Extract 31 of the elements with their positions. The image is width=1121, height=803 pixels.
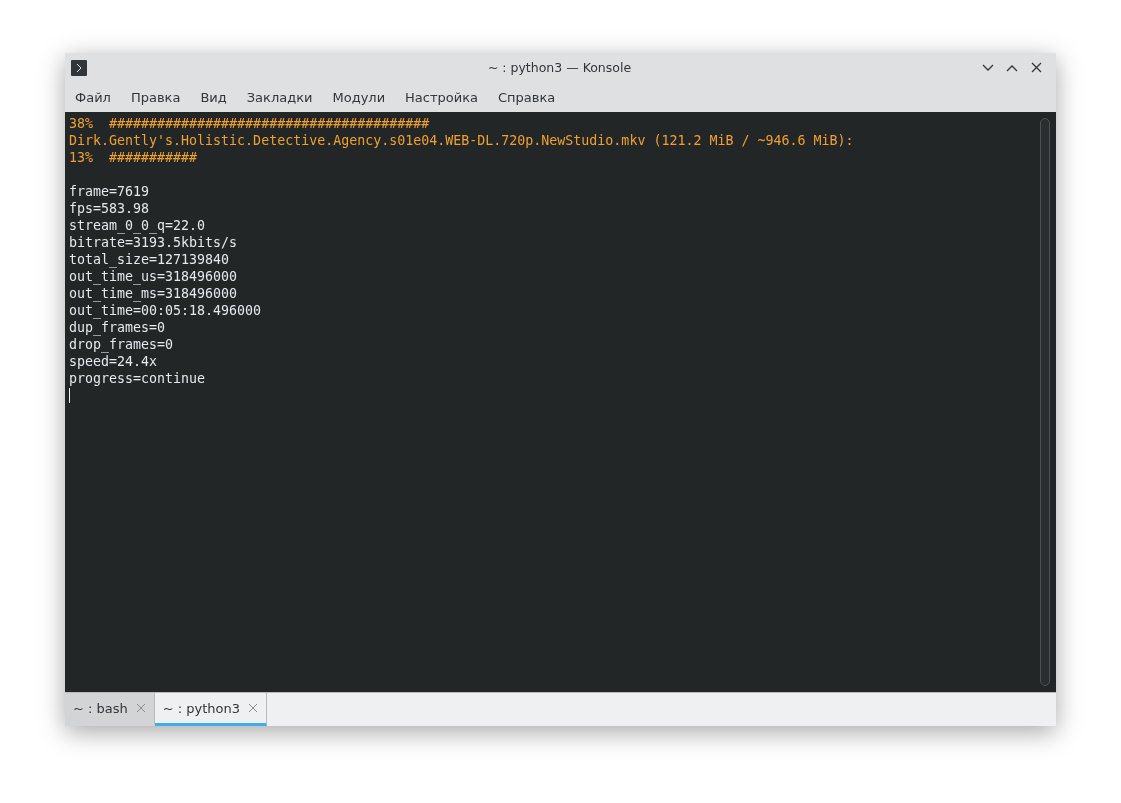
- terminal-line: out_time_us=318496000: [69, 269, 238, 284]
- menu-item[interactable]: Справка: [491, 89, 563, 105]
- session-tab[interactable]: ~ : bash: [65, 693, 155, 726]
- text-cursor: [69, 388, 70, 403]
- window-title: ~ : python3 — Konsole: [487, 60, 632, 75]
- terminal-line: drop_frames=0: [69, 337, 174, 352]
- menu-item[interactable]: Настройка: [398, 89, 486, 105]
- terminal-line: dup_frames=0: [69, 320, 166, 335]
- menu-item[interactable]: Модули: [325, 89, 393, 105]
- session-tab[interactable]: ~ : python3: [154, 693, 268, 726]
- terminal-line: Dirk.Gently's.Holistic.Detective.Agency.s01e04.WEB-DL.720p.NewStudio.mkv (121.2 MiB / ~946.6 MiB):: [69, 133, 854, 148]
- close-icon[interactable]: [1030, 62, 1042, 73]
- terminal-line: speed=24.4x: [69, 354, 158, 369]
- terminal-line: 38% ########################################: [69, 116, 430, 131]
- scrollbar[interactable]: [1040, 118, 1050, 686]
- terminal-line: progress=continue: [69, 371, 206, 386]
- menu-item[interactable]: Закладки: [239, 89, 320, 105]
- menu-item[interactable]: Вид: [193, 89, 234, 105]
- menu-item[interactable]: Правка: [123, 89, 188, 105]
- menu-item[interactable]: Файл: [68, 89, 118, 105]
- terminal-line: fps=583.98: [69, 201, 150, 216]
- terminal-line: out_time_ms=318496000: [69, 286, 238, 301]
- minimize-icon[interactable]: [982, 63, 994, 72]
- maximize-icon[interactable]: [1006, 63, 1018, 72]
- terminal-line: out_time=00:05:18.496000: [69, 303, 262, 318]
- terminal-line: stream_0_0_q=22.0: [69, 218, 206, 233]
- terminal-line: 13% ###########: [69, 150, 198, 165]
- terminal-line: bitrate=3193.5kbits/s: [69, 235, 238, 250]
- terminal-line: frame=7619: [69, 184, 150, 199]
- terminal-icon: [71, 59, 87, 76]
- terminal-line: total_size=127139840: [69, 252, 230, 267]
